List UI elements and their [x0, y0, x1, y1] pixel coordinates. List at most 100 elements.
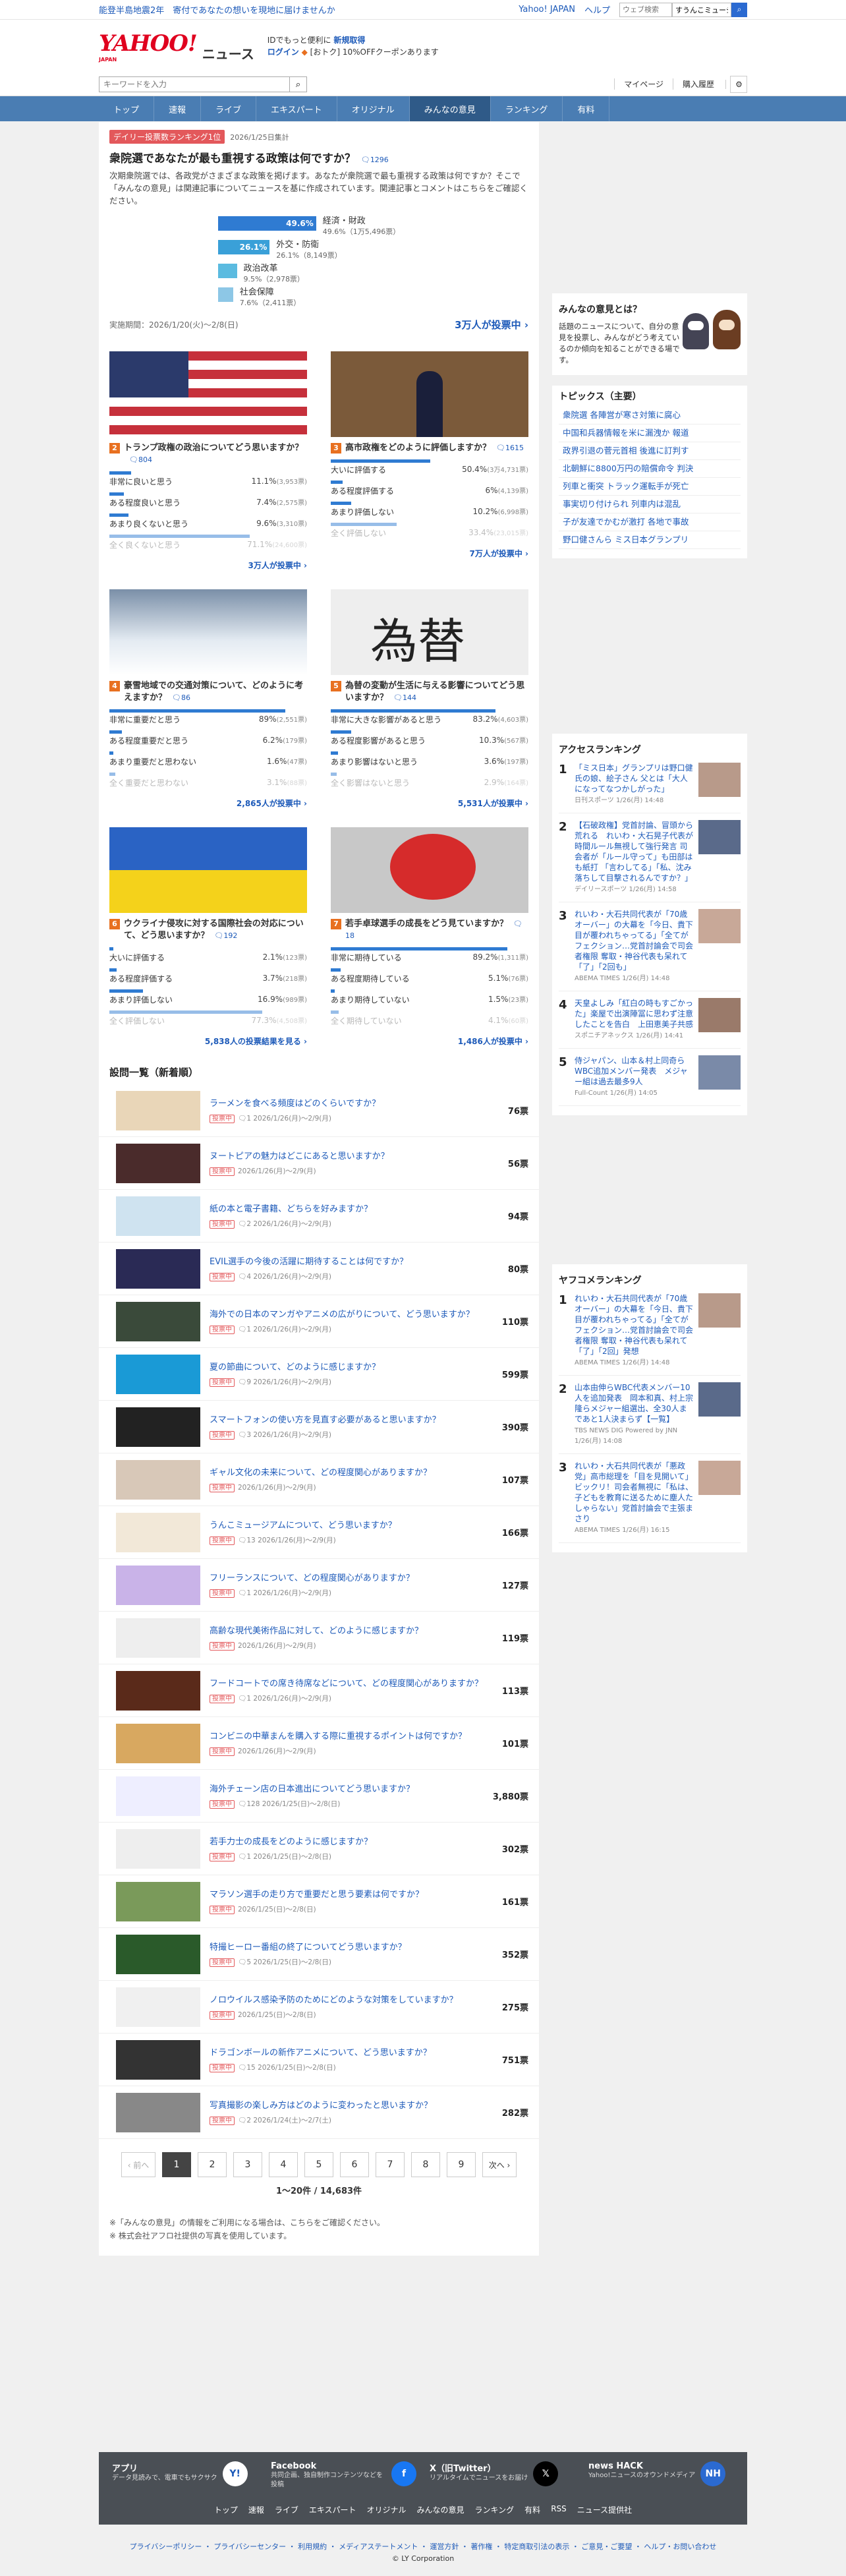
ranking-item[interactable]: 1 れいわ・大石共同代表が「70歳オーバー」の大幕を「今日、貴下目が覆われちゃって… — [559, 1287, 741, 1376]
poll-vote-count[interactable]: 3万人が投票中 › — [109, 560, 307, 571]
pager-page-9[interactable]: 9 — [447, 2152, 476, 2177]
poll-image[interactable] — [109, 589, 307, 675]
news-search-input[interactable] — [99, 76, 290, 92]
footer-app[interactable]: アプリ データ見読みで、電車でもサクサク Y! — [112, 2461, 258, 2490]
list-item-title[interactable]: 紙の本と電子書籍、どちらを好みますか？ — [210, 1204, 489, 1215]
list-item[interactable]: ヌートピアの魅力はどこにあると思いますか？ 投票中 2026/1/26(月)〜2/9… — [99, 1137, 539, 1190]
list-item[interactable]: フリーランスについて、どの程度関心がありますか？ 投票中 🗨1 2026/1/26(… — [99, 1559, 539, 1612]
poll-card-title[interactable]: 7 若手卓球選手の成長をどう見ていますか？ 🗨18 — [331, 918, 528, 942]
list-item-title[interactable]: うんこミュージアムについて、どう思いますか？ — [210, 1520, 489, 1532]
poll-vote-count[interactable]: 5,838人の投票結果を見る › — [109, 1036, 307, 1047]
poll-vote-count[interactable]: 2,865人が投票中 › — [109, 798, 307, 809]
donation-notice-link[interactable]: 能登半島地震2年 寄付であなたの想いを現地に届けませんか — [99, 3, 335, 16]
list-item[interactable]: フードコートでの席き待席などについて、どの程度関心がありますか？ 投票中 🗨1 20… — [99, 1664, 539, 1717]
list-item[interactable]: 若手力士の成長をどのように感じますか？ 投票中 🗨1 2026/1/25(日)〜2/… — [99, 1823, 539, 1875]
pager-page-3[interactable]: 3 — [233, 2152, 262, 2177]
footer-nav-link[interactable]: みんなの意見 — [417, 2504, 465, 2515]
nav-expert[interactable]: エキスパート — [256, 96, 337, 121]
footer-nav-link[interactable]: エキスパート — [309, 2504, 356, 2515]
list-item-title[interactable]: 若手力士の成長をどのように感じますか？ — [210, 1836, 489, 1848]
list-item-title[interactable]: ギャル文化の未来について、どの程度関心がありますか？ — [210, 1467, 489, 1479]
list-item-title[interactable]: フードコートでの席き待席などについて、どの程度関心がありますか？ — [210, 1678, 489, 1690]
pager-page-2[interactable]: 2 — [198, 2152, 227, 2177]
list-item-title[interactable]: ドラゴンボールの新作アニメについて、どう思いますか？ — [210, 2047, 489, 2059]
poll-card-title[interactable]: 2 トランプ政権の政治についてどう思いますか？ 🗨804 — [109, 442, 307, 466]
list-item[interactable]: 海外での日本のマンガやアニメの広がりについて、どう思いますか？ 投票中 🗨1 202… — [99, 1295, 539, 1348]
nav-ranking[interactable]: ランキング — [491, 96, 563, 121]
list-item[interactable]: ノロウイルス感染予防のためにどのような対策をしていますか？ 投票中 2026/1/2… — [99, 1981, 539, 2034]
ranking-title[interactable]: 「ミス日本」グランプリは野口健氏の娘、絵子さん 父とは「大人になってなつかしがっ… — [575, 763, 693, 794]
nav-top[interactable]: トップ — [99, 96, 155, 121]
ranking-item[interactable]: 3 れいわ・大石共同代表が「悪政党」高市総理を「目を見開いて」ビックリ！司会者無視… — [559, 1454, 741, 1543]
list-item-title[interactable]: 高齢な現代美術作品に対して、どのように感じますか？ — [210, 1625, 489, 1637]
ranking-title[interactable]: れいわ・大石共同代表が「70歳オーバー」の大幕を「今日、貴下目が覆われちゃってる… — [575, 909, 693, 972]
list-item-title[interactable]: 海外での日本のマンガやアニメの広がりについて、どう思いますか？ — [210, 1309, 489, 1321]
help-link[interactable]: ヘルプ — [584, 3, 610, 16]
web-search-input[interactable] — [619, 2, 672, 17]
ranking-item[interactable]: 4 天皇よしみ「紅白の時もすごかった」楽屋で出演陣冨に思わず注意したことを告白 上… — [559, 991, 741, 1049]
poll-image[interactable] — [109, 827, 307, 913]
comment-count[interactable]: 🗨144 — [393, 693, 416, 702]
list-item[interactable]: 夏の節曲について、どのように感じますか？ 投票中 🗨9 2026/1/26(月)〜2… — [99, 1348, 539, 1401]
nav-minna[interactable]: みんなの意見 — [409, 96, 491, 121]
list-item-title[interactable]: フリーランスについて、どの程度関心がありますか？ — [210, 1573, 489, 1585]
poll-vote-count[interactable]: 1,486人が投票中 › — [331, 1036, 528, 1047]
feature-vote-count[interactable]: 3万人が投票中 › — [455, 318, 528, 332]
pager-page-5[interactable]: 5 — [304, 2152, 333, 2177]
ranking-title[interactable]: 天皇よしみ「紅白の時もすごかった」楽屋で出演陣冨に思わず注意したことを告白 上田… — [575, 998, 693, 1030]
poll-image[interactable] — [331, 827, 528, 913]
yahoo-news-logo[interactable]: YAHOO! JAPAN ニュース — [99, 30, 254, 63]
poll-card-title[interactable]: 3 高市政権をどのように評価しますか？ 🗨1615 — [331, 442, 528, 454]
footer-facebook[interactable]: Facebook 共同企画、独自制作コンテンツなどを投稿 f — [271, 2461, 416, 2490]
topic-item[interactable]: 政界引退の菅元首相 後進に訂判す — [559, 442, 741, 460]
topic-item[interactable]: 列車と衝突 トラック運転手が死亡 — [559, 478, 741, 496]
poll-vote-count[interactable]: 5,531人が投票中 › — [331, 798, 528, 809]
pager-next[interactable]: 次へ › — [482, 2152, 517, 2177]
footer-nav-link[interactable]: RSS — [551, 2504, 567, 2515]
list-item-title[interactable]: マラソン選手の走り方で重要だと思う要素は何ですか？ — [210, 1889, 489, 1901]
list-item[interactable]: 高齢な現代美術作品に対して、どのように感じますか？ 投票中 2026/1/26(月)… — [99, 1612, 539, 1664]
ranking-item[interactable]: 3 れいわ・大石共同代表が「70歳オーバー」の大幕を「今日、貴下目が覆われちゃって… — [559, 902, 741, 991]
poll-card-title[interactable]: 5 為替の変動が生活に与える影響についてどう思いますか？ 🗨144 — [331, 680, 528, 704]
pager-prev[interactable]: ‹ 前へ — [121, 2152, 155, 2177]
ranking-item[interactable]: 5 侍ジャパン、山本＆村上同奇ら WBC追加メンバー発表 メジャー組は過去最多9人… — [559, 1049, 741, 1106]
footer-nav-link[interactable]: トップ — [214, 2504, 238, 2515]
list-item[interactable]: EVIL選手の今後の活躍に期待することは何ですか？ 投票中 🗨4 2026/1/26… — [99, 1243, 539, 1295]
list-item[interactable]: ギャル文化の未来について、どの程度関心がありますか？ 投票中 2026/1/26(月… — [99, 1453, 539, 1506]
footer-nav-link[interactable]: ニュース提供社 — [577, 2504, 632, 2515]
list-item-title[interactable]: 特撮ヒーロー番組の終了についてどう思いますか？ — [210, 1942, 489, 1954]
poll-vote-count[interactable]: 7万人が投票中 › — [331, 548, 528, 559]
purchase-history-link[interactable]: 購入履歴 — [672, 78, 723, 90]
poll-image[interactable]: 為替 — [331, 589, 528, 675]
list-item-title[interactable]: コンビニの中華まんを購入する際に重視するポイントは何ですか？ — [210, 1731, 489, 1743]
pager-page-1[interactable]: 1 — [162, 2152, 191, 2177]
list-item[interactable]: スマートフォンの使い方を見直す必要があると思いますか？ 投票中 🗨3 2026/1/… — [99, 1401, 539, 1453]
footer-nav-link[interactable]: ライブ — [275, 2504, 298, 2515]
list-item[interactable]: 特撮ヒーロー番組の終了についてどう思いますか？ 投票中 🗨5 2026/1/25(日… — [99, 1928, 539, 1981]
nav-paid[interactable]: 有料 — [563, 96, 610, 121]
list-item[interactable]: 写真撮影の楽しみ方はどのように変わったと思いますか？ 投票中 🗨2 2026/1/2… — [99, 2086, 539, 2139]
list-item-title[interactable]: ノロウイルス感染予防のためにどのような対策をしていますか？ — [210, 1995, 489, 2006]
list-item-title[interactable]: スマートフォンの使い方を見直す必要があると思いますか？ — [210, 1415, 489, 1426]
topic-item[interactable]: 北朝鮮に8800万円の賠償命令 判決 — [559, 460, 741, 478]
ranking-title[interactable]: れいわ・大石共同代表が「悪政党」高市総理を「目を見開いて」ビックリ！司会者無視に… — [575, 1461, 693, 1524]
ranking-item[interactable]: 2 【石破政権】党首討論、冒頭から荒れる れいわ・大石晃子代表が時間ルール無視して… — [559, 813, 741, 902]
ranking-item[interactable]: 2 山本由伸らWBC代表メンバー10人を追加発表 岡本和真、村上宗隆らメジャー組選… — [559, 1376, 741, 1454]
ranking-item[interactable]: 1 「ミス日本」グランプリは野口健氏の娘、絵子さん 父とは「大人になってなつかしが… — [559, 756, 741, 813]
comment-count[interactable]: 🗨1296 — [361, 156, 389, 164]
list-item[interactable]: うんこミュージアムについて、どう思いますか？ 投票中 🗨13 2026/1/26(月… — [99, 1506, 539, 1559]
list-item[interactable]: マラソン選手の走り方で重要だと思う要素は何ですか？ 投票中 2026/1/25(日)… — [99, 1875, 539, 1928]
yahoo-japan-link[interactable]: Yahoo! JAPAN — [519, 5, 575, 15]
list-item-title[interactable]: 写真撮影の楽しみ方はどのように変わったと思いますか？ — [210, 2100, 489, 2112]
feature-title[interactable]: 衆院選であなたが最も重視する政策は何ですか？ 🗨1296 — [109, 149, 528, 165]
list-item[interactable]: 紙の本と電子書籍、どちらを好みますか？ 投票中 🗨2 2026/1/26(月)〜2/… — [99, 1190, 539, 1243]
pager-page-7[interactable]: 7 — [376, 2152, 405, 2177]
footer-nav-link[interactable]: 速報 — [248, 2504, 264, 2515]
web-search-value[interactable] — [672, 2, 731, 17]
topic-item[interactable]: 中国和兵器情報を米に漏洩か 報道 — [559, 424, 741, 442]
footer-nav-link[interactable]: ランキング — [475, 2504, 515, 2515]
pager-page-8[interactable]: 8 — [411, 2152, 440, 2177]
topic-item[interactable]: 衆院選 各陣営が寒さ対策に腐心 — [559, 407, 741, 424]
pager-page-6[interactable]: 6 — [340, 2152, 369, 2177]
footer-x[interactable]: X（旧Twitter） リアルタイムでニュースをお届け 𝕏 — [430, 2461, 575, 2490]
